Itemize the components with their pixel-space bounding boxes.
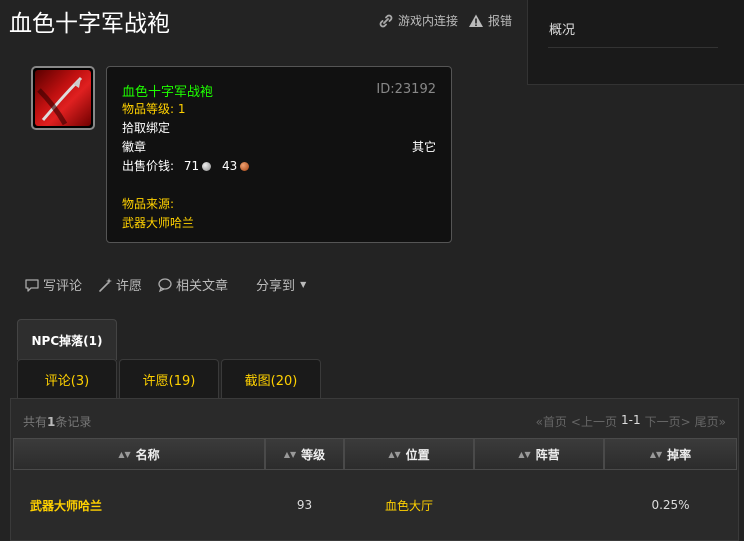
drop-table-panel: 共有1条记录 «首页 <上一页 1-1 下一页> 尾页» ▲▼ 名称 ▲▼ 等级 ▲…: [10, 398, 739, 541]
npc-name-link[interactable]: 武器大师哈兰: [13, 487, 265, 523]
column-header-droprate[interactable]: ▲▼ 掉率: [604, 438, 737, 470]
item-source-label: 物品来源:: [122, 197, 175, 211]
tabard-icon: [35, 70, 91, 126]
item-sell-price: 出售价钱: 71 43: [122, 157, 436, 176]
column-header-label: 位置: [405, 447, 430, 462]
related-articles-button[interactable]: 相关文章: [157, 275, 228, 294]
pager-first[interactable]: «首页: [536, 413, 567, 430]
column-header-faction[interactable]: ▲▼ 阵营: [474, 438, 604, 470]
sort-icon: ▲▼: [118, 449, 131, 459]
tab-npc-drop[interactable]: NPC掉落(1): [17, 319, 117, 360]
drop-rate: 0.25%: [651, 498, 690, 512]
copper-coin-icon: [240, 162, 250, 171]
silver-coin-icon: [202, 162, 212, 171]
sort-icon: ▲▼: [518, 449, 531, 459]
pager: «首页 <上一页 1-1 下一页> 尾页»: [536, 413, 726, 430]
report-label: 报错: [488, 14, 513, 28]
column-header-name[interactable]: ▲▼ 名称: [13, 438, 265, 470]
npc-faction: [474, 487, 604, 523]
pager-last[interactable]: 尾页»: [695, 413, 726, 430]
npc-level: 93: [296, 498, 313, 512]
record-suffix: 条记录: [55, 415, 92, 429]
wand-icon: [99, 277, 113, 292]
ingame-link-button[interactable]: 游戏内连接: [378, 12, 458, 29]
warning-icon: [469, 14, 484, 27]
chat-bubble-icon: [158, 277, 172, 292]
table-header: ▲▼ 名称 ▲▼ 等级 ▲▼ 位置 ▲▼ 阵营 ▲▼ 掉率: [13, 438, 737, 470]
item-level: 物品等级: 1: [122, 102, 186, 116]
link-icon: [379, 14, 393, 27]
column-header-label: 等级: [301, 447, 326, 462]
item-icon-frame[interactable]: [31, 66, 95, 130]
item-slot-row: 徽章 其它: [122, 138, 436, 157]
column-header-label: 掉率: [667, 447, 692, 462]
item-type: 其它: [411, 140, 436, 154]
column-header-label: 阵营: [535, 447, 560, 462]
wish-label: 许愿: [116, 279, 143, 294]
page-title: 血色十字军战袍: [9, 11, 170, 37]
copper-amount: 43: [221, 159, 238, 173]
share-dropdown[interactable]: 分享到 ▼: [256, 275, 306, 294]
item-source[interactable]: 武器大师哈兰: [122, 214, 436, 233]
sort-icon: ▲▼: [283, 449, 297, 459]
tab-wishes[interactable]: 许愿(19): [119, 359, 219, 399]
column-header-level[interactable]: ▲▼ 等级: [265, 438, 344, 470]
item-id: ID:23192: [376, 82, 436, 97]
overview-divider: [548, 47, 718, 48]
sort-icon: ▲▼: [649, 449, 663, 459]
item-bind: 拾取绑定: [122, 121, 171, 135]
top-actions: 游戏内连接 报错: [378, 12, 512, 29]
item-tooltip: 血色十字军战袍 ID:23192 物品等级: 1 拾取绑定 徽章 其它 出售价钱…: [106, 66, 452, 243]
overview-panel: 概况: [527, 0, 744, 85]
comment-icon: [25, 278, 39, 292]
ingame-link-label: 游戏内连接: [398, 14, 459, 28]
write-comment-button[interactable]: 写评论: [24, 275, 82, 294]
pager-current: 1-1: [620, 413, 641, 427]
tab-comments[interactable]: 评论(3): [17, 359, 117, 399]
sort-icon: ▲▼: [388, 449, 401, 459]
pager-next[interactable]: 下一页>: [645, 413, 691, 430]
silver-amount: 71: [183, 159, 200, 173]
item-actions: 写评论 许愿 相关文章 分享到 ▼: [24, 275, 321, 294]
table-row: 武器大师哈兰 93 血色大厅 0.25%: [13, 487, 737, 523]
item-slot: 徽章: [122, 140, 147, 154]
column-header-label: 名称: [135, 447, 160, 462]
record-count: 共有1条记录: [23, 413, 91, 430]
column-header-location[interactable]: ▲▼ 位置: [344, 438, 474, 470]
sell-price-label: 出售价钱:: [122, 159, 175, 173]
write-comment-label: 写评论: [43, 279, 83, 294]
npc-location-link[interactable]: 血色大厅: [344, 487, 474, 523]
related-articles-label: 相关文章: [176, 279, 229, 294]
tab-screenshots[interactable]: 截图(20): [221, 359, 321, 399]
caret-down-icon: ▼: [300, 280, 307, 289]
pager-prev[interactable]: <上一页: [571, 413, 617, 430]
report-button[interactable]: 报错: [468, 12, 512, 29]
share-label: 分享到: [256, 279, 296, 294]
record-prefix: 共有: [23, 415, 48, 429]
overview-title: 概况: [549, 23, 576, 38]
wish-button[interactable]: 许愿: [97, 275, 142, 294]
